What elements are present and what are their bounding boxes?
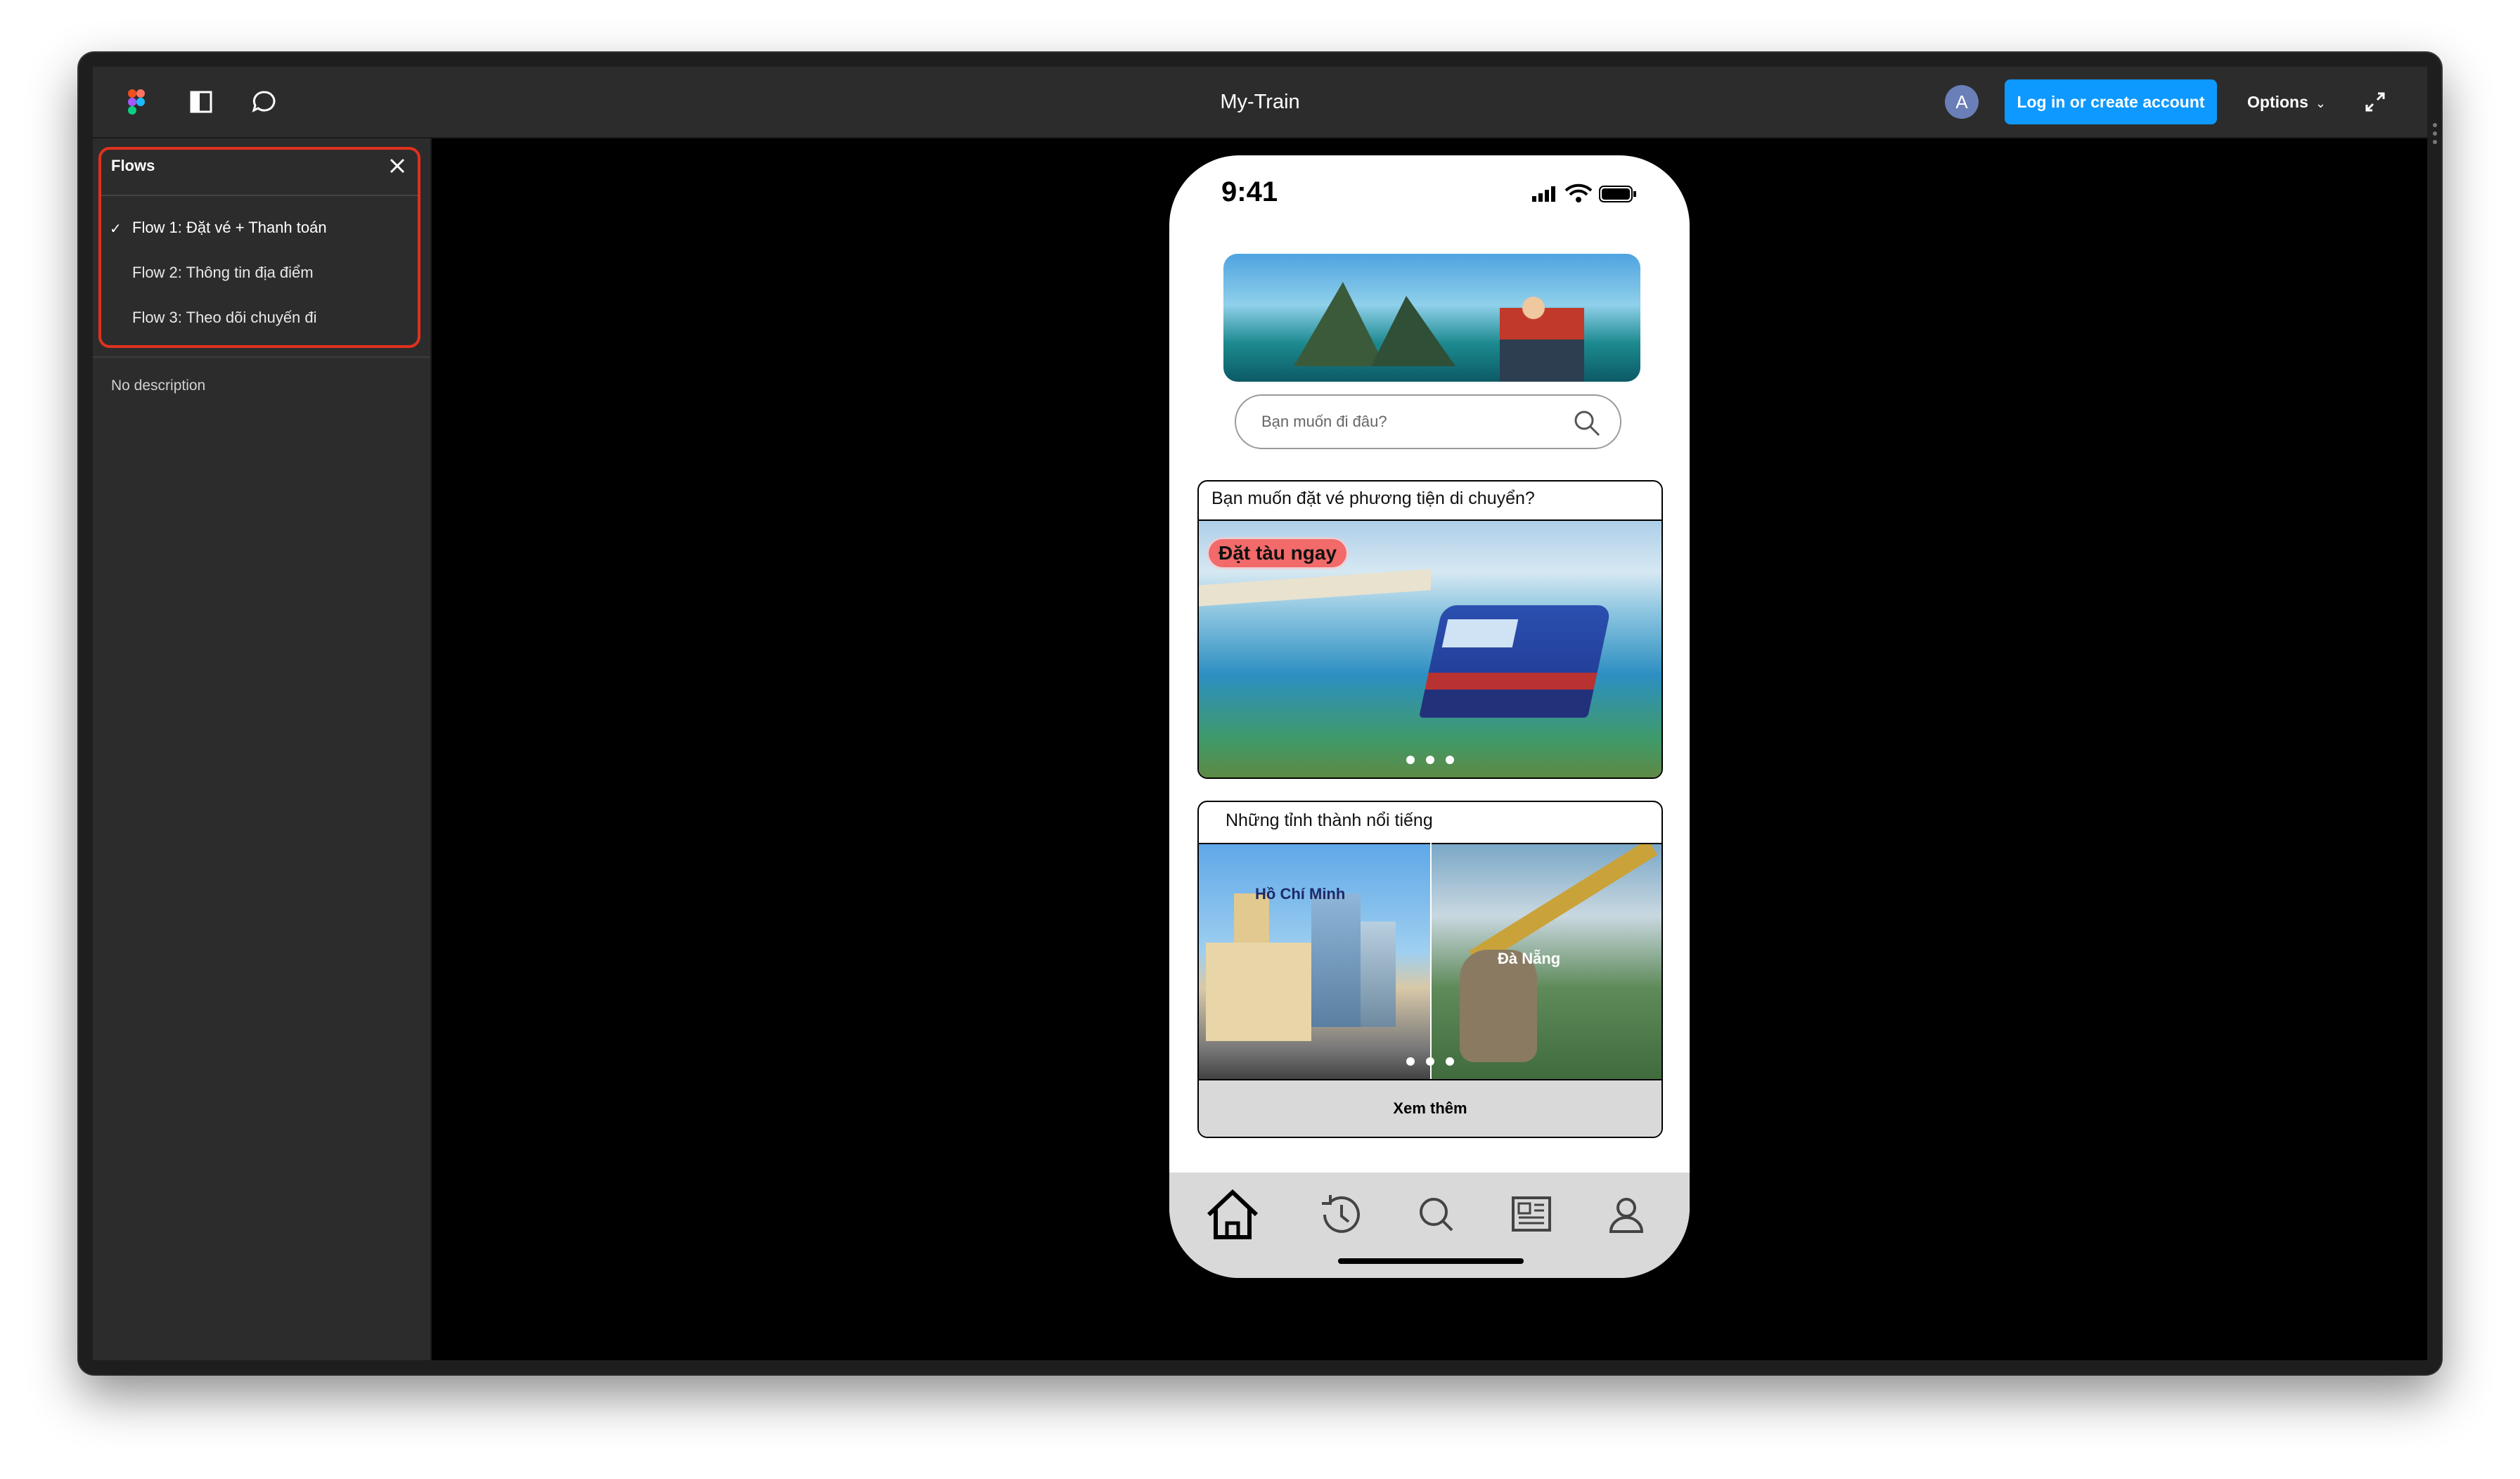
popular-cities-title: Những tỉnh thành nổi tiếng	[1226, 810, 1433, 830]
phone-frame: 9:41 Bạn muốn đi đâu? Bạn muốn đặt vé ph…	[1169, 155, 1690, 1278]
figma-logo-icon[interactable]	[121, 86, 152, 117]
carousel-dots	[1199, 1057, 1661, 1069]
login-button[interactable]: Log in or create account	[2005, 79, 2217, 124]
flows-header: Flows	[111, 157, 155, 174]
options-label: Options	[2247, 93, 2308, 111]
divider	[93, 356, 430, 358]
expand-icon[interactable]	[2360, 86, 2391, 117]
booking-card[interactable]: Bạn muốn đặt vé phương tiện di chuyển? Đ…	[1197, 480, 1663, 779]
chevron-down-icon: ⌄	[2315, 96, 2326, 110]
home-icon[interactable]	[1204, 1187, 1261, 1243]
carousel-dots	[1199, 755, 1661, 768]
options-menu[interactable]: Options ⌄	[2247, 79, 2326, 124]
see-more-button[interactable]: Xem thêm	[1199, 1079, 1661, 1137]
top-toolbar: My-Train A Log in or create account Opti…	[93, 67, 2427, 138]
train-image: Đặt tàu ngay	[1199, 519, 1661, 777]
search-icon[interactable]	[1408, 1187, 1465, 1243]
flow-description: No description	[111, 377, 206, 394]
carousel-dot[interactable]	[1446, 756, 1454, 764]
status-time: 9:41	[1221, 176, 1278, 207]
prototype-canvas: 9:41 Bạn muốn đi đâu? Bạn muốn đặt vé ph…	[432, 138, 2427, 1360]
carousel-dot[interactable]	[1426, 1057, 1434, 1066]
history-icon[interactable]	[1313, 1187, 1370, 1243]
booking-card-title: Bạn muốn đặt vé phương tiện di chuyển?	[1211, 489, 1535, 508]
popular-cities-card: Những tỉnh thành nổi tiếng Hồ Chí Minh Đ…	[1197, 801, 1663, 1138]
comment-icon[interactable]	[249, 86, 280, 117]
home-indicator	[1338, 1258, 1524, 1264]
city-card-da-nang[interactable]: Đà Nẵng	[1432, 843, 1661, 1083]
panel-toggle-icon[interactable]	[186, 86, 217, 117]
carousel-dot[interactable]	[1406, 1057, 1415, 1066]
flow-item-label: Flow 3: Theo dõi chuyến đi	[132, 309, 317, 326]
app-frame: My-Train A Log in or create account Opti…	[93, 67, 2427, 1360]
flow-item-label: Flow 1: Đặt vé + Thanh toán	[132, 219, 327, 236]
search-icon[interactable]	[1571, 407, 1603, 439]
city-label: Hồ Chí Minh	[1255, 885, 1346, 903]
close-icon[interactable]	[387, 155, 408, 176]
search-placeholder: Bạn muốn đi đâu?	[1261, 413, 1387, 430]
city-card-ho-chi-minh[interactable]: Hồ Chí Minh	[1199, 843, 1430, 1083]
city-label: Đà Nẵng	[1498, 950, 1561, 967]
divider	[101, 195, 418, 196]
avatar[interactable]: A	[1945, 85, 1979, 119]
flow-item-label: Flow 2: Thông tin địa điểm	[132, 264, 314, 281]
app-window: My-Train A Log in or create account Opti…	[79, 53, 2441, 1374]
news-icon[interactable]	[1503, 1187, 1560, 1243]
battery-icon	[1599, 186, 1636, 202]
status-icons	[1529, 181, 1642, 205]
bottom-tab-bar	[1169, 1173, 1690, 1278]
carousel-dot[interactable]	[1406, 756, 1415, 764]
flows-panel: Flows ✓ Flow 1: Đặt vé + Thanh toán Flow…	[98, 147, 420, 348]
flows-sidebar: Flows ✓ Flow 1: Đặt vé + Thanh toán Flow…	[93, 138, 432, 1360]
signal-icon	[1532, 186, 1555, 202]
profile-icon[interactable]	[1598, 1187, 1654, 1243]
carousel-dot[interactable]	[1426, 756, 1434, 764]
flow-item-2[interactable]: Flow 2: Thông tin địa điểm	[132, 264, 314, 282]
flow-item-1[interactable]: ✓ Flow 1: Đặt vé + Thanh toán	[110, 219, 327, 237]
more-menu-icon[interactable]	[2433, 123, 2438, 148]
wifi-icon	[1564, 183, 1593, 202]
book-train-button[interactable]: Đặt tàu ngay	[1209, 539, 1347, 567]
flow-item-3[interactable]: Flow 3: Theo dõi chuyến đi	[132, 309, 317, 327]
search-input[interactable]: Bạn muốn đi đâu?	[1235, 394, 1621, 449]
carousel-dot[interactable]	[1446, 1057, 1454, 1066]
hero-banner-image	[1223, 254, 1640, 382]
check-icon: ✓	[110, 221, 122, 237]
